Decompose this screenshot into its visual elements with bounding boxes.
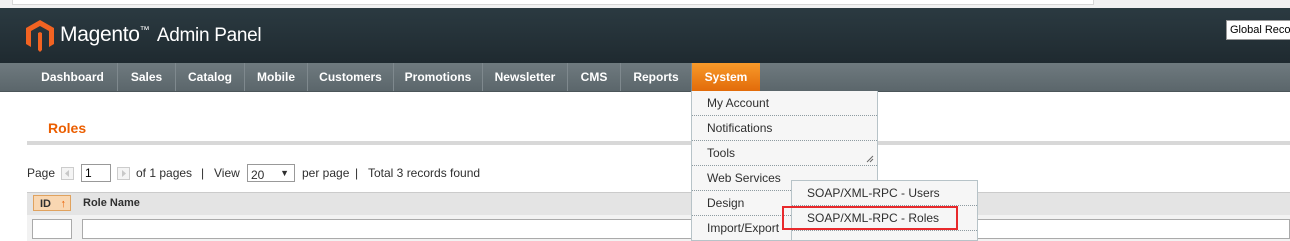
grid-header-row: ID ↑ Role Name <box>27 192 1290 216</box>
per-page-label: per page <box>302 166 350 180</box>
global-search-input[interactable]: Global Record Search <box>1226 20 1290 40</box>
column-header-id[interactable]: ID ↑ <box>33 195 71 211</box>
total-records-text: Total 3 records found <box>368 166 481 180</box>
nav-newsletter[interactable]: Newsletter <box>483 63 568 91</box>
chevron-down-icon: ▼ <box>280 168 289 178</box>
per-page-select[interactable]: 20 ▼ <box>247 164 295 182</box>
page-title: Roles <box>48 120 87 136</box>
next-page-icon[interactable] <box>117 167 130 180</box>
nav-promotions[interactable]: Promotions <box>394 63 483 91</box>
nav-cms[interactable]: CMS <box>568 63 621 91</box>
brand-trademark: ™ <box>139 25 150 36</box>
menu-item-my-account[interactable]: My Account <box>692 91 877 116</box>
arrow-up-icon: ↑ <box>60 198 67 210</box>
menu-item-tools[interactable]: Tools <box>692 141 877 166</box>
nav-mobile[interactable]: Mobile <box>245 63 308 91</box>
menu-item-notifications[interactable]: Notifications <box>692 116 877 141</box>
title-divider <box>27 141 1290 145</box>
nav-system[interactable]: System <box>692 63 760 91</box>
prev-page-icon[interactable] <box>61 167 74 180</box>
pager-separator-2: | <box>355 166 359 180</box>
submenu-item-soap-users[interactable]: SOAP/XML-RPC - Users <box>792 181 977 206</box>
page-number-input[interactable] <box>81 164 111 182</box>
grid-filter-row <box>27 215 1290 241</box>
nav-customers[interactable]: Customers <box>308 63 394 91</box>
brand-suffix: Admin Panel <box>156 25 262 46</box>
brand-title: Magento™ Admin Panel <box>60 23 262 47</box>
filter-id-input[interactable] <box>32 219 72 239</box>
filter-role-name-input[interactable] <box>82 219 1290 239</box>
pager-separator: | <box>201 166 205 180</box>
address-bar-edge <box>12 0 1094 5</box>
view-label: View <box>214 166 240 180</box>
of-pages-text: of 1 pages <box>136 166 193 180</box>
column-id-label: ID <box>40 198 51 210</box>
nav-catalog[interactable]: Catalog <box>176 63 245 91</box>
nav-dashboard[interactable]: Dashboard <box>28 63 118 91</box>
nav-sales[interactable]: Sales <box>118 63 176 91</box>
admin-header: Magento™ Admin Panel Global Record Searc… <box>0 8 1290 63</box>
page-label: Page <box>27 166 56 180</box>
resize-grip-icon <box>866 155 874 163</box>
main-nav: Dashboard Sales Catalog Mobile Customers… <box>0 63 1290 92</box>
magento-logo-icon <box>26 20 54 52</box>
highlight-annotation <box>782 206 958 230</box>
brand-name: Magento <box>60 23 140 46</box>
column-header-role-name[interactable]: Role Name <box>83 197 140 209</box>
per-page-value: 20 <box>251 168 265 182</box>
nav-reports[interactable]: Reports <box>621 63 692 91</box>
